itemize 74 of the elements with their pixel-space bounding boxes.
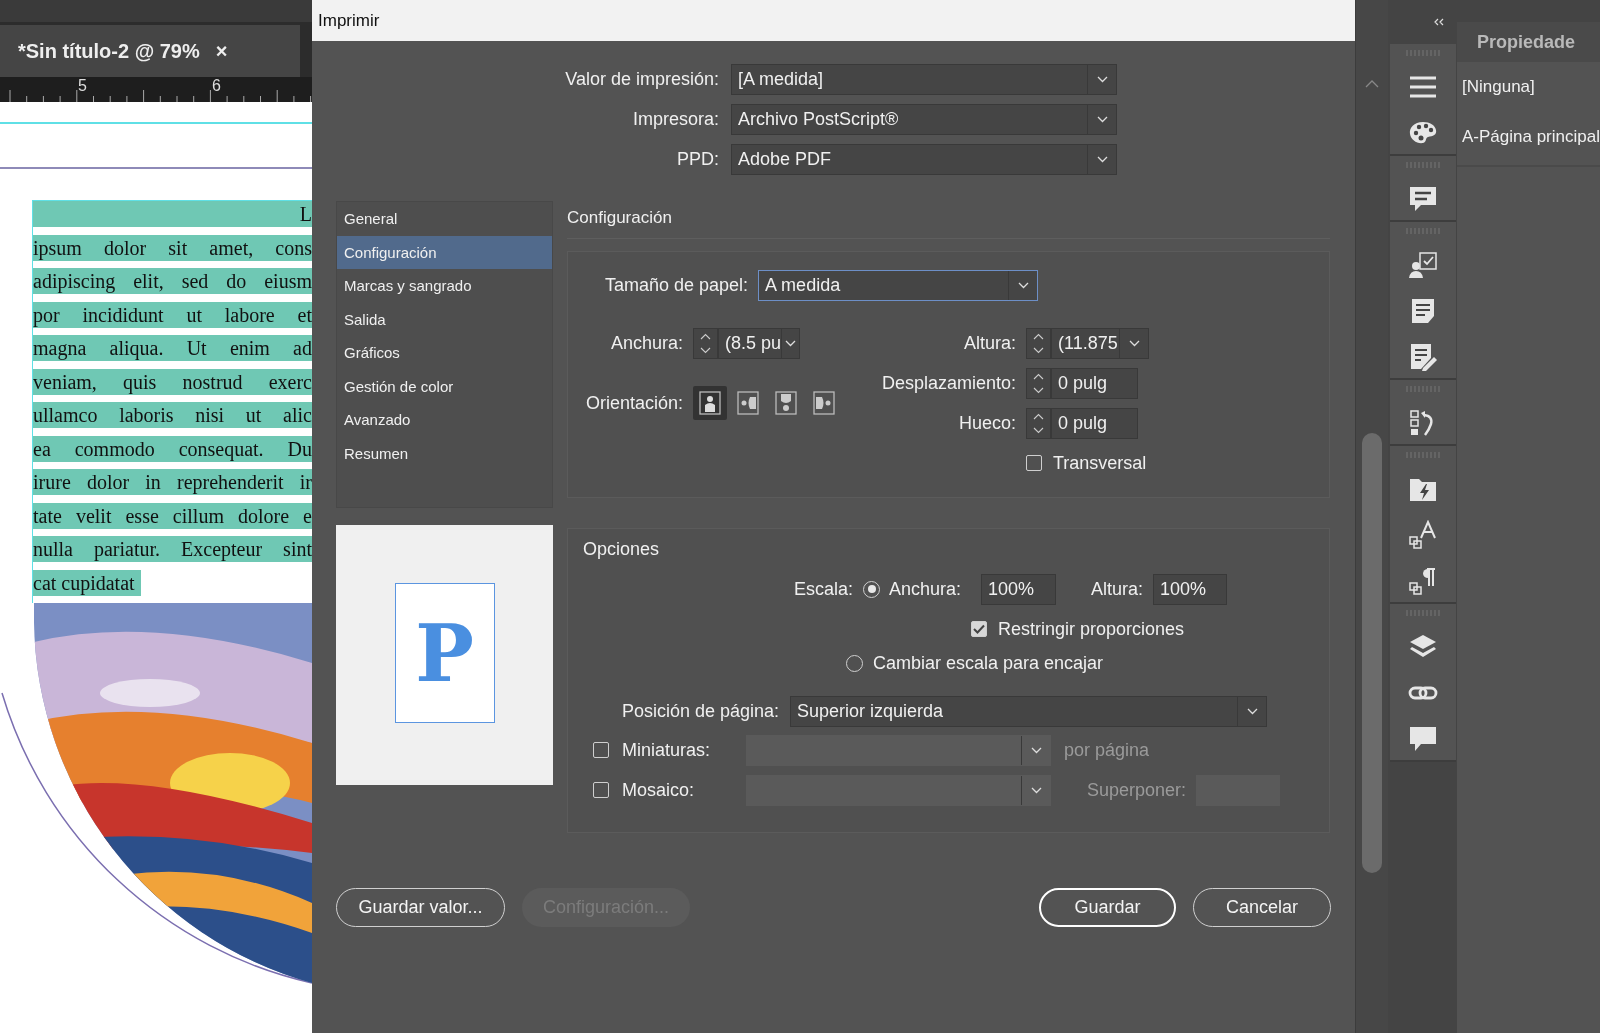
- nav-item[interactable]: Gestión de color: [337, 369, 552, 403]
- input-field[interactable]: 100%: [981, 573, 1057, 605]
- field-label: Desplazamiento:: [880, 371, 1017, 395]
- dropdown[interactable]: Archivo PostScript®: [731, 104, 1117, 135]
- property-item: [Ninguna]: [1461, 77, 1536, 97]
- caret-icon: [1096, 156, 1108, 163]
- dropdown[interactable]: A medida: [758, 270, 1039, 301]
- checkbox[interactable]: [1026, 455, 1042, 471]
- dropdown[interactable]: Superior izquierda: [790, 695, 1267, 727]
- caret-icon: [1030, 786, 1042, 794]
- checkbox[interactable]: [593, 742, 609, 758]
- field-label: Impresora:: [631, 108, 719, 131]
- nav-item[interactable]: Salida: [337, 302, 552, 336]
- field-label: Hueco:: [957, 411, 1017, 435]
- checkbox-label: Miniaturas:: [621, 739, 712, 761]
- field-label: Orientación:: [584, 391, 684, 415]
- dropdown[interactable]: [A medida]: [731, 64, 1117, 95]
- field-label: Superponer:: [1085, 779, 1187, 801]
- field-label: Escala:: [792, 578, 853, 600]
- font-style-icon[interactable]: [1406, 520, 1439, 550]
- field-label: PPD:: [676, 148, 719, 171]
- checkbox-label: Transversal: [1053, 452, 1147, 474]
- field-label: por página: [1063, 739, 1151, 761]
- input-field[interactable]: 0 pulg: [1051, 407, 1138, 439]
- spinner[interactable]: [693, 327, 718, 359]
- spinner[interactable]: [1026, 367, 1051, 399]
- property-item: A-Página principal: [1461, 127, 1600, 147]
- field-label: Altura:: [1091, 578, 1144, 600]
- field-label: Altura:: [962, 331, 1017, 355]
- nav-item[interactable]: Avanzado: [337, 403, 552, 437]
- input-field[interactable]: 0 pulg: [1051, 367, 1138, 399]
- caret-icon: [1030, 746, 1042, 754]
- nav-item[interactable]: Resumen: [337, 436, 552, 470]
- checkbox[interactable]: [971, 621, 987, 637]
- scroll-up-icon[interactable]: [1365, 80, 1379, 88]
- orientation-button[interactable]: [693, 386, 727, 420]
- ruler-number: 6: [212, 77, 221, 95]
- caret-icon: [1246, 707, 1258, 715]
- nav-item[interactable]: Configuración: [337, 235, 552, 269]
- nav-item[interactable]: Gráficos: [337, 336, 552, 370]
- checkbox[interactable]: [593, 782, 609, 798]
- dialog-button[interactable]: Guardar: [1039, 888, 1176, 927]
- close-icon[interactable]: ×: [215, 39, 228, 63]
- ruler-number: 5: [78, 77, 87, 95]
- document-tab[interactable]: *Sin título-2 @ 79% ×: [0, 25, 300, 77]
- caret-icon: [1017, 282, 1029, 289]
- caret-icon: [1096, 116, 1108, 123]
- dialog-title: Imprimir: [312, 0, 1355, 41]
- radio-label: Cambiar escala para encajar: [873, 652, 1104, 674]
- caret-icon: [1096, 76, 1108, 83]
- field-label: Anchura:: [609, 331, 684, 355]
- combo-field[interactable]: (11.875: [1051, 327, 1149, 359]
- field-label: Valor de impresión:: [564, 68, 719, 91]
- caret-icon: [1128, 339, 1140, 347]
- checkbox-label: Restringir proporciones: [998, 618, 1185, 640]
- field-label: Posición de página:: [620, 700, 779, 722]
- preview-page: P: [394, 583, 495, 723]
- panel-tab[interactable]: Propiedade: [1457, 22, 1600, 62]
- field-label: Tamaño de papel:: [605, 275, 749, 296]
- combo-field[interactable]: (8.5 pu: [718, 327, 800, 359]
- caret-icon: [785, 339, 796, 347]
- dropdown[interactable]: Adobe PDF: [731, 144, 1117, 175]
- spinner[interactable]: [1026, 407, 1051, 439]
- section-title: Configuración: [567, 201, 1330, 239]
- user-check-icon[interactable]: [1406, 250, 1439, 280]
- checkbox-label: Mosaico:: [621, 779, 696, 801]
- scrollbar-thumb[interactable]: [1362, 433, 1382, 873]
- radio-label: Anchura:: [889, 578, 962, 600]
- group-title: Opciones: [582, 539, 661, 560]
- collapse-icon[interactable]: [1433, 18, 1445, 26]
- input-field[interactable]: 100%: [1153, 573, 1228, 605]
- nav-item[interactable]: General: [337, 202, 552, 236]
- spinner[interactable]: [1026, 327, 1051, 359]
- nav-item[interactable]: Marcas y sangrado: [337, 269, 552, 303]
